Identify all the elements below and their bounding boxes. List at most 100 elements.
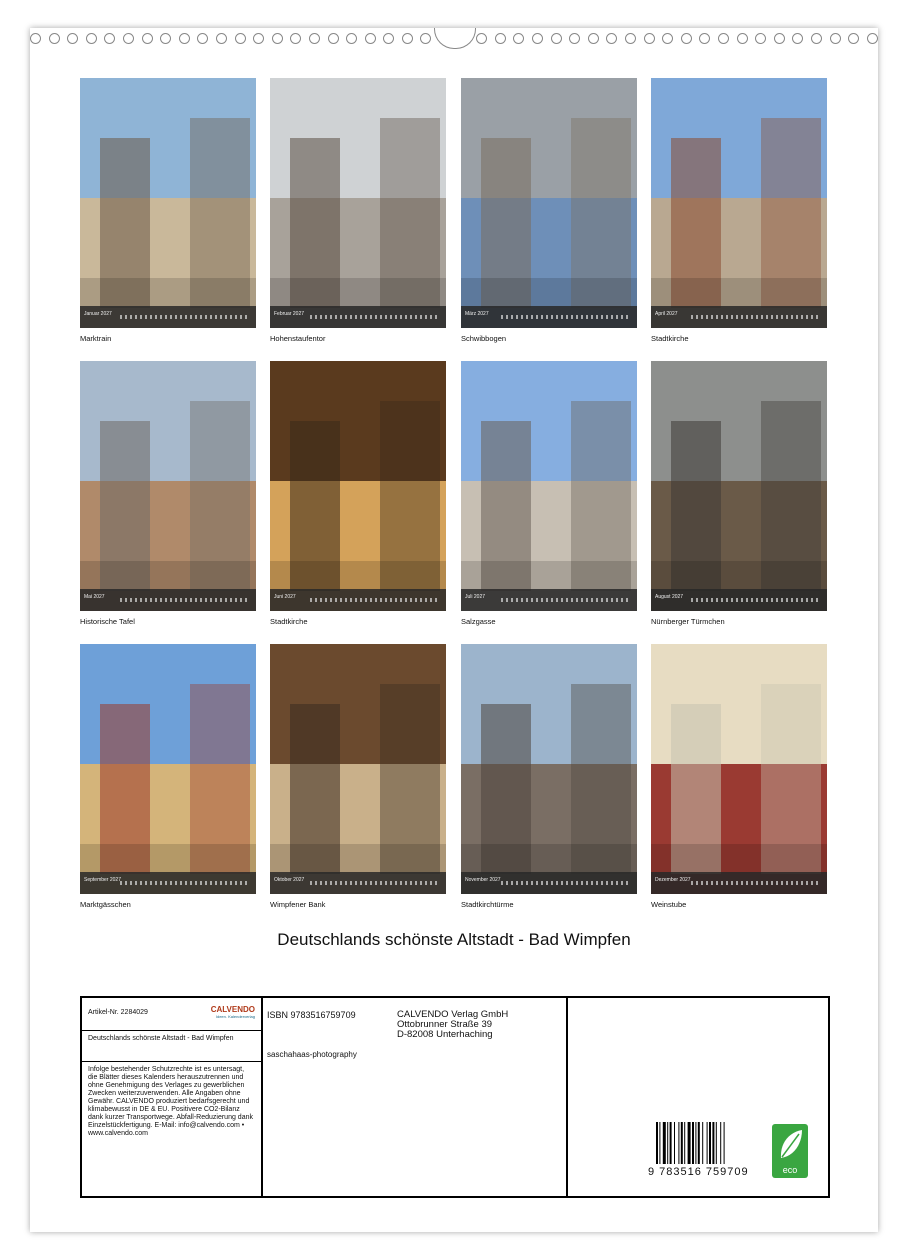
- day-grid: [310, 881, 440, 885]
- binding-ring: [234, 32, 246, 44]
- binding-ring: [829, 32, 841, 44]
- month-label: Juli 2027: [465, 594, 486, 600]
- binding-ring: [48, 32, 60, 44]
- legal-text: Infolge bestehender Schutzrechte ist es …: [88, 1066, 253, 1137]
- month-cell: September 2027 Marktgässchen: [80, 644, 256, 909]
- month-photo: Januar 2027: [80, 78, 256, 328]
- binding-ring: [699, 32, 711, 44]
- month-photo: November 2027: [461, 644, 637, 894]
- month-band: April 2027: [651, 306, 827, 328]
- binding-ring: [773, 32, 785, 44]
- info-box: Artikel-Nr. 2284029 CALVENDO Ideen. Kale…: [80, 996, 830, 1198]
- binding-ring: [736, 32, 748, 44]
- barcode-bar: [695, 1122, 697, 1164]
- month-cell: Februar 2027 Hohenstaufentor: [270, 78, 446, 343]
- month-cell: Januar 2027 Marktrain: [80, 78, 256, 343]
- day-grid: [501, 315, 631, 319]
- barcode-bar: [706, 1122, 708, 1164]
- barcode-bar: [674, 1122, 675, 1164]
- info-middle-column: ISBN 9783516759709 saschahaas-photograph…: [263, 998, 568, 1196]
- month-label: März 2027: [465, 311, 489, 317]
- binding-ring: [792, 32, 804, 44]
- binding-ring: [178, 32, 190, 44]
- binding-ring: [625, 32, 636, 44]
- month-label: April 2027: [655, 311, 678, 317]
- month-photo: Oktober 2027: [270, 644, 446, 894]
- barcode-bar: [684, 1122, 686, 1164]
- barcode-bar: [678, 1122, 680, 1164]
- binding-ring: [308, 32, 320, 44]
- barcode-bar: [702, 1122, 704, 1164]
- photo-caption: Salzgasse: [461, 617, 496, 626]
- barcode-number: 9 783516 759709: [648, 1166, 749, 1178]
- calvendo-logo: CALVENDO Ideen. Kalenderverlag: [210, 1005, 255, 1019]
- photo-caption: Nürnberger Türmchen: [651, 617, 725, 626]
- binding-ring: [550, 32, 562, 44]
- month-band: März 2027: [461, 306, 637, 328]
- barcode-bar: [667, 1122, 669, 1164]
- month-label: November 2027: [465, 877, 501, 883]
- month-photo: Mai 2027: [80, 361, 256, 611]
- month-label: Januar 2027: [84, 311, 112, 317]
- binding-ring: [420, 32, 432, 44]
- month-cell: Juli 2027 Salzgasse: [461, 361, 637, 626]
- month-label: August 2027: [655, 594, 684, 600]
- photo-caption: Hohenstaufentor: [270, 334, 326, 343]
- photo-caption: Stadtkirchtürme: [461, 900, 514, 909]
- barcode-bar: [669, 1122, 672, 1164]
- publisher-address: CALVENDO Verlag GmbH Ottobrunner Straße …: [397, 1009, 509, 1040]
- binding-ring: [476, 32, 488, 44]
- month-photo: Juli 2027: [461, 361, 637, 611]
- month-label: Juni 2027: [274, 594, 296, 600]
- month-cell: Mai 2027 Historische Tafel: [80, 361, 256, 626]
- month-cell: August 2027 Nürnberger Türmchen: [651, 361, 827, 626]
- month-label: Dezember 2027: [655, 877, 691, 883]
- binding-ring: [717, 32, 729, 44]
- barcode-bar: [659, 1122, 661, 1164]
- binding-ring: [569, 32, 581, 44]
- month-cell: Oktober 2027 Wimpfener Bank: [270, 644, 446, 909]
- binding-ring: [253, 32, 265, 44]
- binding-ring: [346, 32, 358, 44]
- month-label: Oktober 2027: [274, 877, 305, 883]
- photo-caption: Marktgässchen: [80, 900, 131, 909]
- barcode-bar: [687, 1122, 691, 1164]
- binding-ring: [30, 32, 41, 44]
- day-grid: [120, 598, 250, 602]
- binding-ring: [494, 32, 506, 44]
- month-photo: August 2027: [651, 361, 827, 611]
- month-cell: Juni 2027 Stadtkirche: [270, 361, 446, 626]
- binding-ring: [215, 32, 227, 44]
- binding-ring: [680, 32, 692, 44]
- author: saschahaas-photography: [267, 1050, 357, 1059]
- binding-ring: [327, 32, 339, 44]
- barcode: [656, 1122, 725, 1164]
- binding-ring: [848, 32, 860, 44]
- barcode-bar: [697, 1122, 700, 1164]
- binding-ring: [810, 32, 822, 44]
- photo-caption: Historische Tafel: [80, 617, 135, 626]
- month-photo: März 2027: [461, 78, 637, 328]
- binding-ring: [866, 32, 878, 44]
- day-grid: [691, 598, 821, 602]
- leaf-icon: [780, 1130, 802, 1158]
- month-band: Juli 2027: [461, 589, 637, 611]
- photo-caption: Weinstube: [651, 900, 687, 909]
- month-label: Mai 2027: [84, 594, 105, 600]
- binding-ring: [513, 32, 525, 44]
- eco-logo: eco: [772, 1124, 808, 1178]
- barcode-bar: [712, 1122, 715, 1164]
- article-number: Artikel-Nr. 2284029: [88, 1009, 148, 1016]
- photo-caption: Schwibbogen: [461, 334, 507, 343]
- month-band: November 2027: [461, 872, 637, 894]
- month-photo: September 2027: [80, 644, 256, 894]
- binding-ring: [271, 32, 283, 44]
- binding-ring: [606, 32, 618, 44]
- month-band: Juni 2027: [270, 589, 446, 611]
- month-photo: Februar 2027: [270, 78, 446, 328]
- binding-ring: [104, 32, 116, 44]
- photo-caption: Marktrain: [80, 334, 112, 343]
- binding-ring: [290, 32, 302, 44]
- month-photo: Dezember 2027: [651, 644, 827, 894]
- isbn: ISBN 9783516759709: [267, 1010, 356, 1020]
